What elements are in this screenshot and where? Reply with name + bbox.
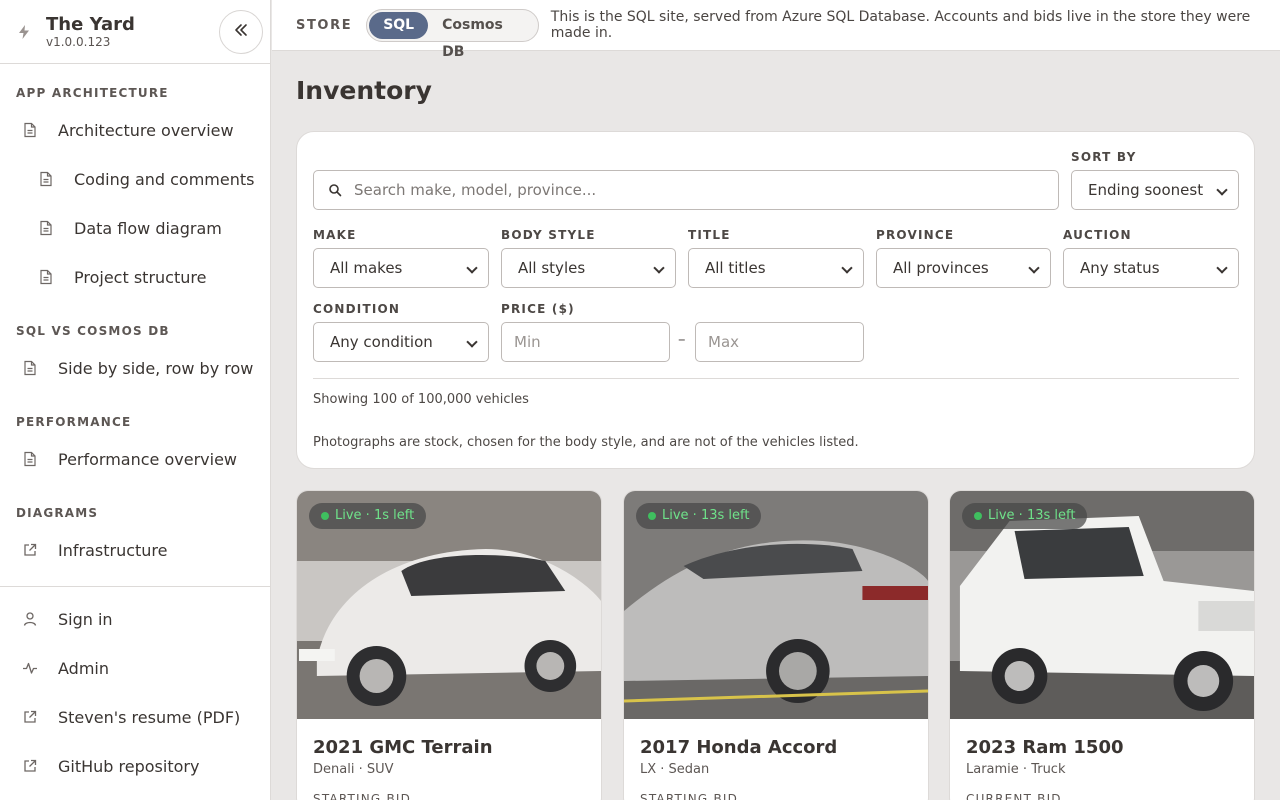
sidebar-item-label: GitHub repository [58, 756, 200, 776]
auction-select[interactable]: Any status [1063, 248, 1239, 288]
price-min-input[interactable]: Min [501, 322, 670, 362]
live-status-badge: Live · 1s left [309, 503, 427, 529]
sidebar-item-infrastructure[interactable]: Infrastructure [16, 534, 167, 566]
app-version: v1.0.0.123 [46, 34, 111, 49]
sidebar-item-github[interactable]: GitHub repository [16, 750, 199, 782]
store-label: STORE [296, 17, 353, 33]
vehicle-title: 2023 Ram 1500 [966, 737, 1124, 758]
live-status-badge: Live · 13s left [636, 503, 762, 529]
bid-label: CURRENT BID [966, 792, 1062, 800]
sidebar-item-coding-and-comments[interactable]: Coding and comments [32, 163, 254, 195]
sort-label: SORT BY [1071, 150, 1137, 164]
auction-label: AUCTION [1063, 228, 1132, 242]
body-style-label: BODY STYLE [501, 228, 596, 242]
vehicle-subtitle: Denali · SUV [313, 762, 394, 777]
title-select[interactable]: All titles [688, 248, 864, 288]
store-option-sql[interactable]: SQL [369, 11, 429, 39]
search-input[interactable]: Search make, model, province... [313, 170, 1059, 210]
nav-section-app-architecture: APP ARCHITECTURE [16, 86, 169, 100]
sidebar-item-label: Data flow diagram [74, 218, 222, 238]
condition-select[interactable]: Any condition [313, 322, 489, 362]
live-status-badge: Live · 13s left [962, 503, 1088, 529]
sidebar-item-admin[interactable]: Admin [16, 652, 109, 684]
search-placeholder: Search make, model, province... [354, 181, 597, 199]
sidebar-item-label: Side by side, row by row [58, 358, 254, 378]
store-description: This is the SQL site, served from Azure … [550, 9, 1251, 41]
photo-disclaimer: Photographs are stock, chosen for the bo… [313, 435, 859, 450]
body-style-select[interactable]: All styles [501, 248, 676, 288]
document-icon [22, 451, 38, 467]
external-link-icon [22, 758, 38, 774]
sidebar-item-architecture-overview[interactable]: Architecture overview [16, 114, 234, 146]
document-icon [22, 360, 38, 376]
sidebar-item-side-by-side[interactable]: Side by side, row by row [16, 352, 253, 384]
price-max-input[interactable]: Max [695, 322, 864, 362]
external-link-icon [22, 709, 38, 725]
sidebar-item-data-flow-diagram[interactable]: Data flow diagram [32, 212, 222, 244]
filter-card: Search make, model, province... SORT BY … [296, 131, 1255, 469]
province-select[interactable]: All provinces [876, 248, 1051, 288]
province-label: PROVINCE [876, 228, 955, 242]
result-count: Showing 100 of 100,000 vehicles [313, 392, 529, 407]
activity-icon [22, 660, 38, 676]
price-separator: – [678, 330, 686, 348]
make-label: MAKE [313, 228, 357, 242]
brand-header: The Yard v1.0.0.123 [0, 0, 270, 64]
sidebar-item-label: Project structure [74, 267, 207, 287]
bolt-icon [16, 24, 32, 40]
bid-label: STARTING BID [313, 792, 412, 800]
vehicle-subtitle: Laramie · Truck [966, 762, 1066, 777]
sidebar-item-label: Admin [58, 658, 109, 678]
store-bar: STORE SQL Cosmos DB This is the SQL site… [272, 0, 1280, 60]
collapse-sidebar-button[interactable] [219, 10, 263, 54]
sidebar-item-label: Steven's resume (PDF) [58, 707, 241, 727]
nav-section-diagrams: DIAGRAMS [16, 506, 99, 520]
page-title: Inventory [296, 76, 432, 105]
double-chevron-left-icon [233, 22, 249, 42]
vehicle-subtitle: LX · Sedan [640, 762, 710, 777]
sidebar-item-performance-overview[interactable]: Performance overview [16, 443, 237, 475]
filter-divider [313, 378, 1239, 379]
document-icon [22, 122, 38, 138]
sidebar-item-label: Performance overview [58, 449, 237, 469]
vehicle-title: 2021 GMC Terrain [313, 737, 493, 758]
price-label: PRICE ($) [501, 302, 575, 316]
external-link-icon [22, 542, 38, 558]
bid-label: STARTING BID [640, 792, 739, 800]
document-icon [38, 220, 54, 236]
store-toggle: SQL Cosmos DB [366, 8, 539, 60]
sort-select[interactable]: Ending soonest [1071, 170, 1239, 210]
sidebar: The Yard v1.0.0.123 APP ARCHITECTURE Arc… [0, 0, 271, 800]
sidebar-item-label: Infrastructure [58, 540, 168, 560]
sidebar-item-label: Coding and comments [74, 169, 255, 189]
vehicle-card[interactable]: Live · 13s left 2017 Honda Accord LX · S… [623, 490, 929, 800]
vehicle-title: 2017 Honda Accord [640, 737, 838, 758]
sidebar-item-label: Sign in [58, 609, 113, 629]
brand-text: The Yard v1.0.0.123 [46, 13, 135, 49]
sidebar-item-label: Architecture overview [58, 120, 234, 140]
make-select[interactable]: All makes [313, 248, 489, 288]
sidebar-item-resume[interactable]: Steven's resume (PDF) [16, 701, 240, 733]
document-icon [38, 171, 54, 187]
sidebar-item-sign-in[interactable]: Sign in [16, 603, 113, 635]
nav-section-performance: PERFORMANCE [16, 415, 132, 429]
sidebar-divider [0, 586, 271, 587]
user-icon [22, 611, 38, 627]
store-option-cosmos[interactable]: Cosmos DB [428, 12, 536, 60]
title-label: TITLE [688, 228, 731, 242]
condition-label: CONDITION [313, 302, 401, 316]
nav-section-sql-vs-cosmos: SQL VS COSMOS DB [16, 324, 170, 338]
vehicle-card[interactable]: Live · 1s left 2021 GMC Terrain Denali ·… [296, 490, 602, 800]
document-icon [38, 269, 54, 285]
vehicle-card[interactable]: Live · 13s left 2023 Ram 1500 Laramie · … [949, 490, 1255, 800]
search-icon [328, 183, 342, 197]
app-title: The Yard [46, 13, 135, 35]
sidebar-item-project-structure[interactable]: Project structure [32, 261, 206, 293]
